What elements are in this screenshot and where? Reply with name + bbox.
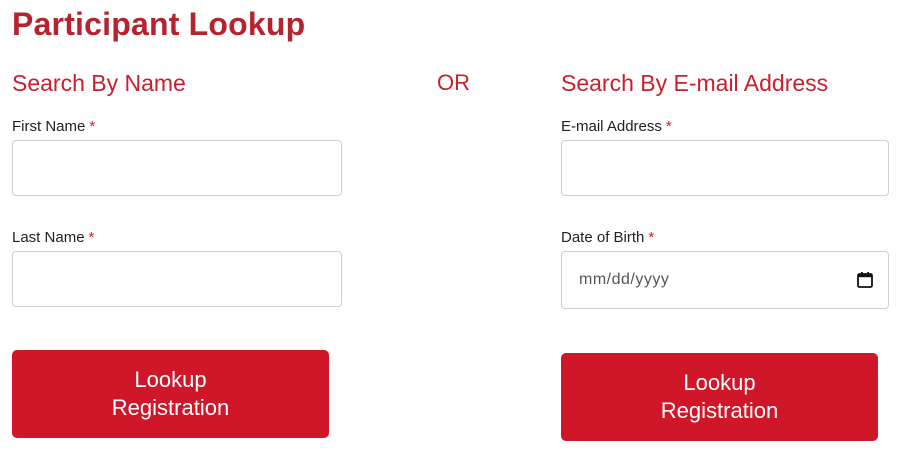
page-title: Participant Lookup [12,6,306,42]
dob-label: Date of Birth * [561,229,654,246]
email-label: E-mail Address * [561,118,672,135]
date-of-birth-input[interactable]: mm/dd/yyyy [561,251,889,309]
button-label-line2: Registration [111,395,230,420]
first-name-label: First Name * [12,118,95,135]
last-name-label-text: Last Name [12,229,85,246]
search-by-email-heading: Search By E-mail Address [561,70,829,96]
button-label-line1: Lookup [134,367,207,392]
last-name-input[interactable] [12,251,342,307]
dob-label-text: Date of Birth [561,229,645,246]
email-input[interactable] [561,140,889,196]
button-label-line2: Registration [660,398,779,423]
required-marker: * [89,118,96,135]
required-marker: * [648,229,655,246]
search-by-name-heading: Search By Name [12,70,186,96]
required-marker: * [88,229,95,246]
required-marker: * [665,118,672,135]
first-name-input[interactable] [12,140,342,196]
calendar-icon[interactable] [856,271,874,289]
or-divider: OR [437,70,470,95]
lookup-by-email-button[interactable]: Lookup Registration [561,353,878,441]
participant-lookup-page: Participant Lookup Search By Name OR Fir… [0,0,900,472]
lookup-by-name-button[interactable]: Lookup Registration [12,350,329,438]
date-placeholder: mm/dd/yyyy [579,271,670,288]
last-name-label: Last Name * [12,229,94,246]
first-name-label-text: First Name [12,118,86,135]
email-label-text: E-mail Address [561,118,662,135]
button-label-line1: Lookup [683,370,756,395]
